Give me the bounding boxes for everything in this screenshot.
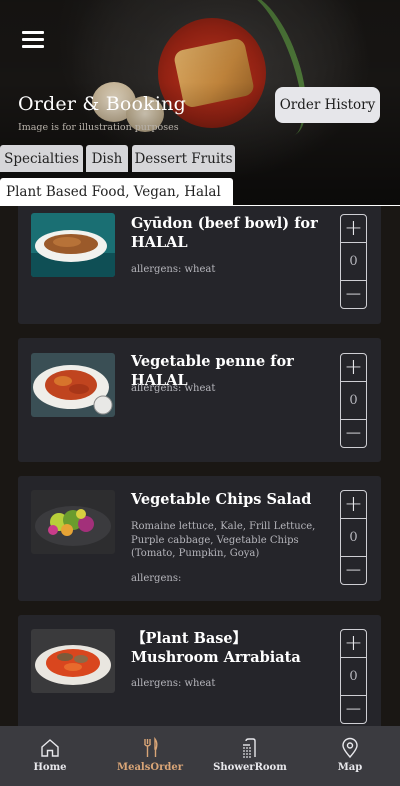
item-allergens: allergens: wheat	[131, 264, 216, 275]
nav-map[interactable]: Map	[300, 726, 400, 786]
nav-label: Map	[337, 762, 363, 773]
nav-shower-room[interactable]: ShowerRoom	[200, 726, 300, 786]
nav-label: ShowerRoom	[213, 762, 287, 773]
increment-button[interactable]: +	[341, 354, 366, 382]
salad-thumbnail	[31, 490, 115, 554]
quantity-value: 0	[349, 669, 358, 684]
decrement-button[interactable]: −	[341, 556, 366, 584]
item-description: Romaine lettuce, Kale, Frill Lettuce, Pu…	[131, 521, 316, 559]
decrement-button[interactable]: −	[341, 695, 366, 723]
item-name: Vegetable Chips Salad	[131, 491, 312, 508]
quantity-value: 0	[349, 254, 358, 269]
map-pin-icon	[342, 737, 358, 759]
increment-button[interactable]: +	[341, 491, 366, 519]
item-allergens: allergens: wheat	[131, 678, 216, 689]
quantity-value: 0	[349, 530, 358, 545]
increment-button[interactable]: +	[341, 630, 366, 658]
item-allergens: allergens: wheat	[131, 383, 216, 394]
penne-thumbnail	[31, 353, 115, 417]
tab-dessert-fruits[interactable]: Dessert Fruits	[132, 145, 235, 172]
fork-knife-icon	[143, 737, 158, 757]
tab-plant-based[interactable]: Plant Based Food, Vegan, Halal	[0, 178, 233, 206]
nav-home[interactable]: Home	[0, 726, 100, 786]
page-subtitle: Image is for illustration purposes	[18, 122, 179, 133]
home-icon	[41, 739, 59, 757]
item-allergens: allergens:	[131, 573, 182, 584]
tab-dish[interactable]: Dish	[86, 145, 128, 172]
shower-icon	[243, 738, 256, 758]
item-name: Gyūdon (beef bowl) for HALAL	[131, 215, 318, 251]
quantity-stepper: + 0 −	[340, 490, 367, 585]
quantity-stepper: + 0 −	[340, 214, 367, 309]
hamburger-menu-icon[interactable]	[22, 31, 44, 49]
decrement-button[interactable]: −	[341, 419, 366, 447]
item-name: 【Plant Base】Mushroom Arrabiata	[131, 630, 301, 666]
page-title: Order & Booking	[18, 93, 186, 115]
tab-specialties[interactable]: Specialties	[0, 145, 83, 172]
nav-label: MealsOrder	[117, 762, 183, 773]
decrement-button[interactable]: −	[341, 280, 366, 308]
menu-item-card: Gyūdon (beef bowl) for HALAL allergens: …	[18, 206, 381, 324]
bottom-nav: Home MealsOrder ShowerRoom Map	[0, 726, 400, 786]
menu-item-card: 【Plant Base】Mushroom Arrabiata allergens…	[18, 615, 381, 726]
quantity-value: 0	[349, 393, 358, 408]
gyudon-thumbnail	[31, 213, 115, 277]
nav-label: Home	[33, 762, 67, 773]
quantity-stepper: + 0 −	[340, 629, 367, 724]
menu-item-card: Vegetable penne for HALAL allergens: whe…	[18, 338, 381, 462]
quantity-stepper: + 0 −	[340, 353, 367, 448]
increment-button[interactable]: +	[341, 215, 366, 243]
arrabiata-thumbnail	[31, 629, 115, 693]
nav-meals-order[interactable]: MealsOrder	[100, 726, 200, 786]
order-history-button[interactable]: Order History	[275, 87, 380, 123]
menu-item-list[interactable]: Gyūdon (beef bowl) for HALAL allergens: …	[0, 206, 400, 726]
menu-item-card: Vegetable Chips Salad Romaine lettuce, K…	[18, 476, 381, 601]
